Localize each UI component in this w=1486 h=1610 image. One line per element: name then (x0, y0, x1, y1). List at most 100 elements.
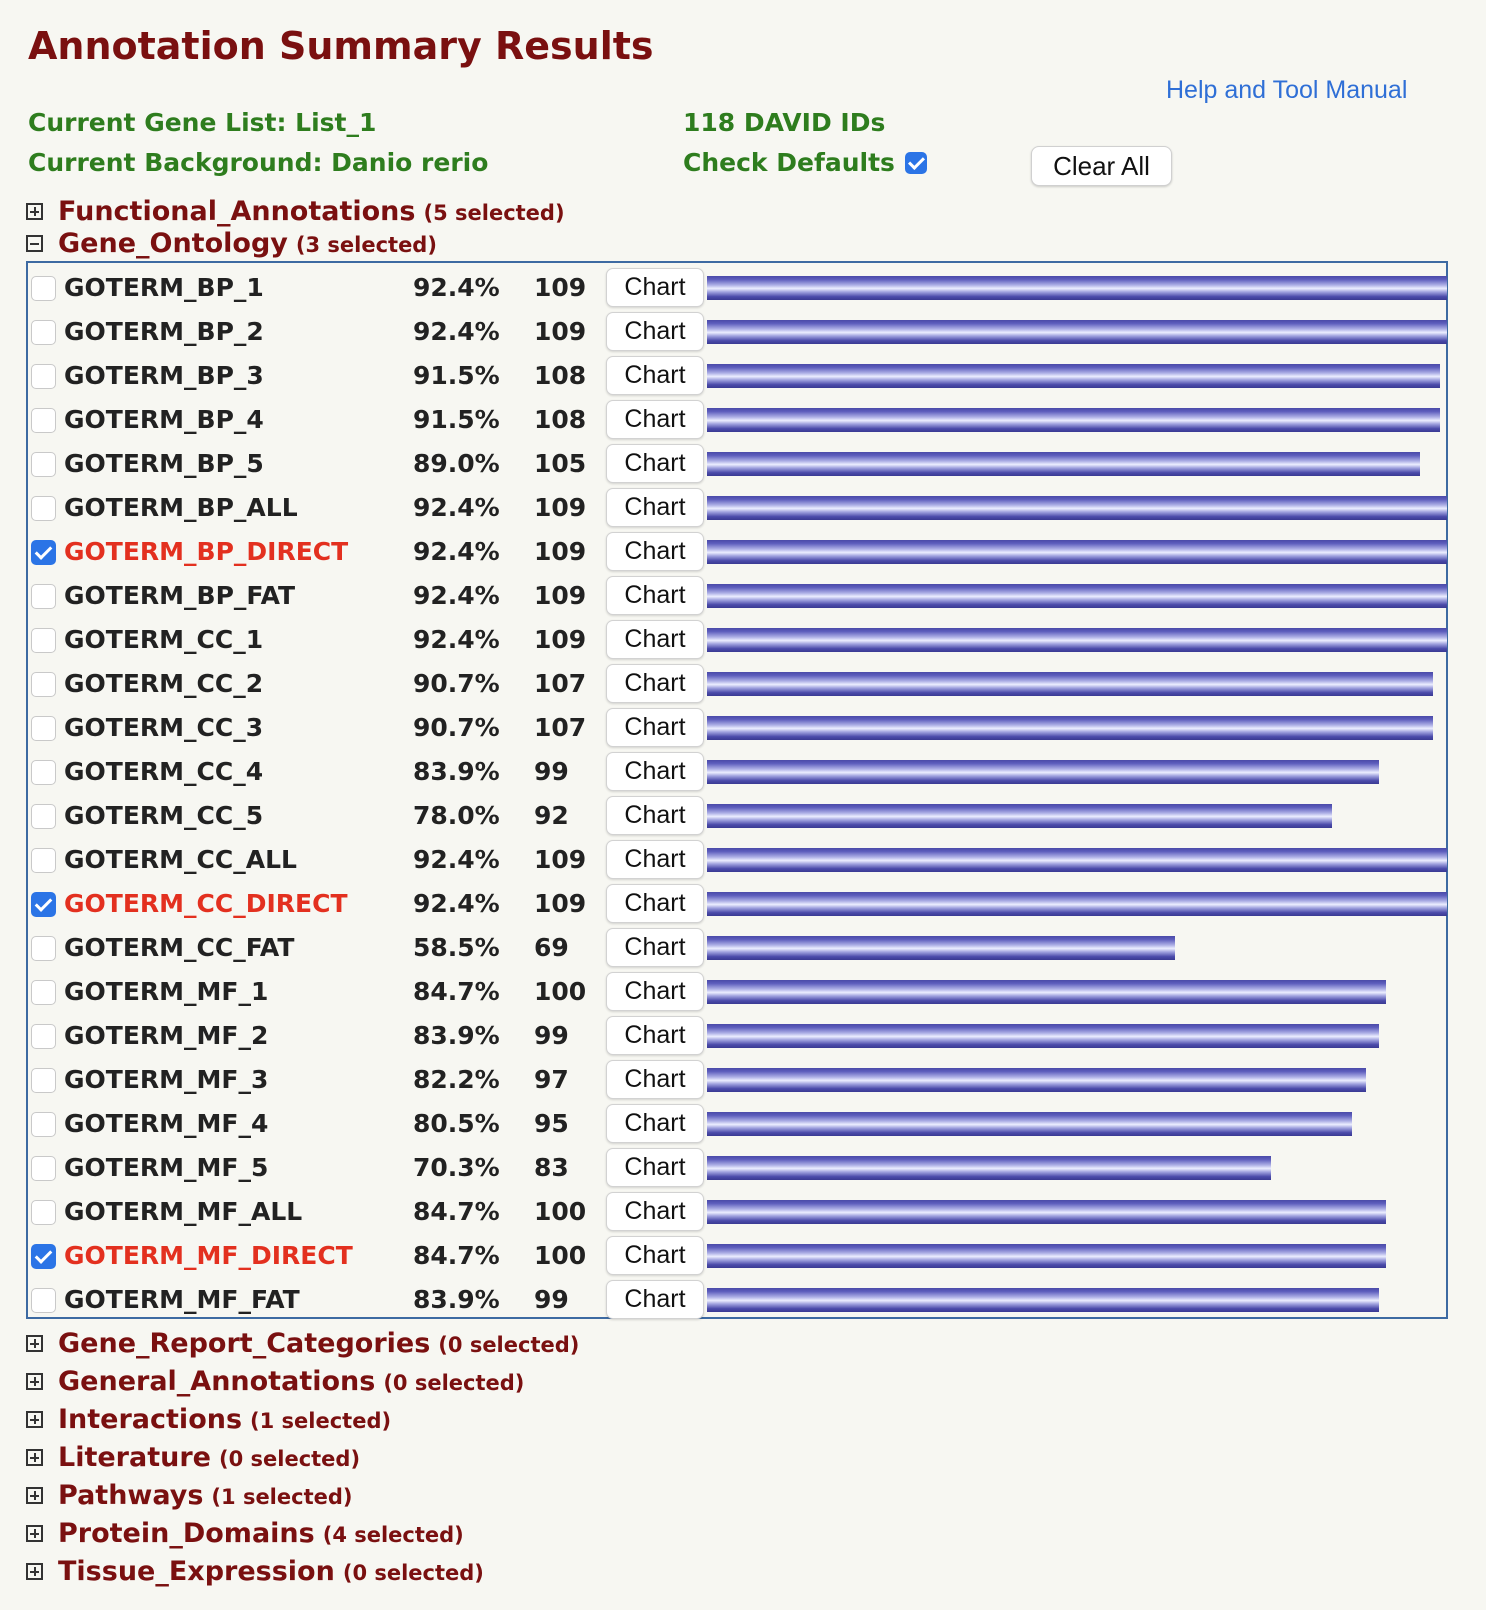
term-checkbox[interactable] (31, 1112, 56, 1137)
coverage-bar (707, 584, 1447, 608)
term-checkbox[interactable] (31, 584, 56, 609)
category-name[interactable]: Gene_Ontology (58, 228, 288, 259)
category-name[interactable]: Pathways (58, 1480, 203, 1511)
chart-button[interactable]: Chart (606, 972, 704, 1011)
chart-button[interactable]: Chart (606, 1016, 704, 1055)
page-title: Annotation Summary Results (28, 24, 654, 68)
term-gene-count: 109 (534, 889, 587, 918)
term-checkbox[interactable] (31, 1244, 56, 1269)
check-defaults-checkbox[interactable] (904, 151, 927, 174)
term-name: GOTERM_MF_5 (64, 1153, 269, 1182)
chart-button[interactable]: Chart (606, 708, 704, 747)
term-checkbox[interactable] (31, 716, 56, 741)
chart-button[interactable]: Chart (606, 1280, 704, 1319)
chart-button[interactable]: Chart (606, 1236, 704, 1275)
table-row: GOTERM_BP_FAT 92.4% 109 Chart (28, 573, 1447, 617)
chart-button[interactable]: Chart (606, 532, 704, 571)
category-name[interactable]: Gene_Report_Categories (58, 1328, 430, 1359)
term-checkbox[interactable] (31, 364, 56, 389)
term-checkbox[interactable] (31, 936, 56, 961)
expand-icon[interactable] (26, 1563, 43, 1580)
term-checkbox[interactable] (31, 628, 56, 653)
chart-button[interactable]: Chart (606, 840, 704, 879)
chart-button[interactable]: Chart (606, 1104, 704, 1143)
expand-icon[interactable] (26, 1411, 43, 1428)
category-literature: Literature (0 selected) (26, 1442, 360, 1473)
coverage-bar (707, 408, 1440, 432)
term-gene-count: 109 (534, 537, 587, 566)
coverage-bar (707, 540, 1447, 564)
term-gene-count: 99 (534, 757, 569, 786)
clear-all-button[interactable]: Clear All (1031, 146, 1172, 186)
chart-button[interactable]: Chart (606, 620, 704, 659)
chart-button[interactable]: Chart (606, 312, 704, 351)
term-checkbox[interactable] (31, 804, 56, 829)
term-checkbox[interactable] (31, 452, 56, 477)
expand-icon[interactable] (26, 1335, 43, 1352)
term-checkbox[interactable] (31, 1068, 56, 1093)
category-name[interactable]: Literature (58, 1442, 211, 1473)
term-checkbox[interactable] (31, 1200, 56, 1225)
term-checkbox[interactable] (31, 848, 56, 873)
term-name: GOTERM_BP_ALL (64, 493, 298, 522)
term-checkbox[interactable] (31, 408, 56, 433)
table-row: GOTERM_CC_DIRECT 92.4% 109 Chart (28, 881, 1447, 925)
gene-ontology-table: GOTERM_BP_1 92.4% 109 Chart GOTERM_BP_2 92.4%… (26, 261, 1448, 1319)
term-name: GOTERM_BP_FAT (64, 581, 296, 610)
term-name: GOTERM_BP_2 (64, 317, 264, 346)
term-percentage: 84.7% (413, 977, 500, 1006)
chart-button[interactable]: Chart (606, 444, 704, 483)
chart-button[interactable]: Chart (606, 796, 704, 835)
chart-button[interactable]: Chart (606, 664, 704, 703)
term-gene-count: 107 (534, 713, 587, 742)
chart-button[interactable]: Chart (606, 1060, 704, 1099)
category-tissue-expression: Tissue_Expression (0 selected) (26, 1556, 484, 1587)
category-general-annotations: General_Annotations (0 selected) (26, 1366, 524, 1397)
term-gene-count: 107 (534, 669, 587, 698)
term-checkbox[interactable] (31, 892, 56, 917)
term-checkbox[interactable] (31, 672, 56, 697)
term-name: GOTERM_MF_FAT (64, 1285, 300, 1314)
category-name[interactable]: Protein_Domains (58, 1518, 315, 1549)
term-checkbox[interactable] (31, 496, 56, 521)
term-checkbox[interactable] (31, 760, 56, 785)
chart-button[interactable]: Chart (606, 928, 704, 967)
chart-button[interactable]: Chart (606, 1192, 704, 1231)
term-checkbox[interactable] (31, 540, 56, 565)
expand-icon[interactable] (26, 1373, 43, 1390)
chart-button[interactable]: Chart (606, 268, 704, 307)
help-link[interactable]: Help and Tool Manual (1166, 76, 1407, 105)
term-gene-count: 99 (534, 1021, 569, 1050)
collapse-icon[interactable] (26, 235, 43, 252)
term-name: GOTERM_MF_ALL (64, 1197, 303, 1226)
chart-button[interactable]: Chart (606, 1148, 704, 1187)
category-name[interactable]: Interactions (58, 1404, 242, 1435)
table-row: GOTERM_MF_5 70.3% 83 Chart (28, 1145, 1446, 1189)
chart-button[interactable]: Chart (606, 576, 704, 615)
category-name[interactable]: Tissue_Expression (58, 1556, 335, 1587)
coverage-bar (707, 1156, 1271, 1180)
term-checkbox[interactable] (31, 1288, 56, 1313)
expand-icon[interactable] (26, 1525, 43, 1542)
category-name[interactable]: General_Annotations (58, 1366, 375, 1397)
term-checkbox[interactable] (31, 1024, 56, 1049)
category-selected-count: (4 selected) (322, 1523, 464, 1547)
coverage-bar (707, 672, 1433, 696)
expand-icon[interactable] (26, 1487, 43, 1504)
term-percentage: 92.4% (413, 625, 500, 654)
chart-button[interactable]: Chart (606, 356, 704, 395)
category-selected-count: (0 selected) (438, 1333, 580, 1357)
term-checkbox[interactable] (31, 276, 56, 301)
expand-icon[interactable] (26, 1449, 43, 1466)
term-checkbox[interactable] (31, 980, 56, 1005)
chart-button[interactable]: Chart (606, 488, 704, 527)
chart-button[interactable]: Chart (606, 400, 704, 439)
term-checkbox[interactable] (31, 320, 56, 345)
chart-button[interactable]: Chart (606, 752, 704, 791)
table-row: GOTERM_MF_4 80.5% 95 Chart (28, 1101, 1446, 1145)
chart-button[interactable]: Chart (606, 884, 704, 923)
expand-icon[interactable] (26, 203, 43, 220)
term-percentage: 84.7% (413, 1197, 500, 1226)
category-name[interactable]: Functional_Annotations (58, 196, 415, 227)
term-checkbox[interactable] (31, 1156, 56, 1181)
